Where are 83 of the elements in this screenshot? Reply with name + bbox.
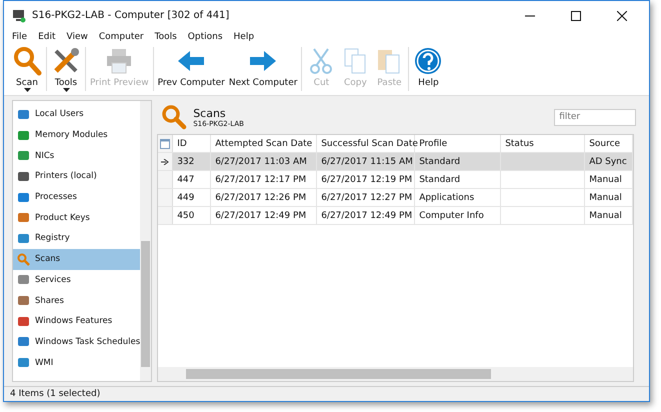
column-header[interactable]: Attempted Scan Date [211,135,318,152]
table-cell: 447 [177,174,194,184]
category-icon [17,149,30,162]
table-cell: 450 [177,210,194,220]
menu-item[interactable]: File [12,32,28,42]
table-cell: 6/27/2017 12:27 PM [321,192,412,202]
table-cell: 6/27/2017 11:15 AM [321,156,413,166]
table-cell: Manual [589,210,622,220]
table-cell: Applications [419,192,474,202]
table-cell: Standard [419,156,460,166]
scrollbar[interactable] [158,367,634,381]
sidebar-item[interactable]: Processes [13,186,140,208]
sidebar-item[interactable]: WMI [13,352,140,373]
arrow-icon [161,158,170,164]
category-icon [17,232,30,245]
search-icon [12,46,42,76]
category-icon [17,170,30,183]
category-icon [17,314,30,328]
column-chooser-icon[interactable] [160,138,170,148]
table-row[interactable]: 450 6/27/2017 12:49 PM 6/27/2017 12:49 PM Computer Info Manual [158,207,634,225]
sidebar-item[interactable]: Product Keys [13,207,140,228]
sidebar-item[interactable]: Registry [13,228,140,249]
filter-field[interactable]: filter [554,108,636,126]
table-cell: 332 [177,156,194,166]
category-icon [17,273,30,286]
caret-icon [24,88,30,92]
sidebar-item[interactable]: Local Users [13,104,140,125]
table-cell: Standard [419,174,460,184]
search-icon [161,104,188,130]
sidebar-item[interactable]: NICs [13,145,140,166]
sidebar-item[interactable]: Windows Features [13,310,140,332]
maximize-icon[interactable] [571,10,581,20]
table-row[interactable]: 449 6/27/2017 12:26 PM 6/27/2017 12:27 PM Applications Manual [158,189,634,207]
table-cell: 6/27/2017 11:03 AM [215,156,307,166]
category-icon [17,108,30,121]
column-header[interactable]: ID [173,135,212,152]
column-header[interactable]: Status [501,135,586,152]
monitor-icon [12,8,26,22]
sidebar-item[interactable]: Memory Modules [13,124,140,146]
menu-item[interactable]: Help [234,32,254,42]
search-icon [17,252,30,266]
table-cell: Computer Info [419,210,484,220]
help-icon [413,46,444,76]
sidebar-item[interactable]: Services [13,270,140,290]
toolbar-button[interactable]: Tools [49,43,83,95]
table-cell: Manual [589,174,622,184]
table-cell: Manual [589,192,622,202]
sidebar-item[interactable]: Windows Task Schedules [13,332,140,352]
column-header[interactable]: Source [585,135,634,152]
table-cell: 6/27/2017 12:26 PM [215,192,306,202]
scrollbar[interactable] [140,101,152,381]
toolbar-button[interactable]: Prev Computer [156,43,227,95]
menu-item[interactable]: Options [188,32,223,42]
panel-title: Scans [193,106,227,120]
table-cell: 6/27/2017 12:49 PM [321,210,412,220]
category-icon [17,335,30,348]
category-icon [17,356,30,370]
category-icon [17,128,30,142]
sidebar-item[interactable]: Printers (local) [13,166,140,187]
table-row[interactable]: 332 6/27/2017 11:03 AM 6/27/2017 11:15 AM Standard AD Sync [158,153,634,171]
table-cell: 449 [177,192,194,202]
toolbar-button[interactable]: Scan [10,43,44,95]
menu-item[interactable]: View [66,32,88,42]
menu-item[interactable]: Computer [98,32,144,42]
toolbar-button[interactable]: Help [411,43,446,95]
sidebar-item[interactable]: Scans [13,248,140,270]
table-cell: AD Sync [589,156,627,166]
menu-item[interactable]: Edit [38,32,56,42]
column-header[interactable]: Successful Scan Date [317,135,416,152]
menu-item[interactable]: Tools [154,32,177,42]
window-title: S16-PKG2-LAB - Computer [302 of 441] [32,10,230,21]
table-row[interactable]: 447 6/27/2017 12:17 PM 6/27/2017 12:19 PM Standard Manual [158,171,634,189]
caret-icon [62,88,70,92]
category-icon [17,294,30,308]
toolbar-button[interactable]: Next Computer [226,43,300,95]
table-cell: 6/27/2017 12:49 PM [215,210,306,220]
status-text: 4 Items (1 selected) [10,389,100,399]
sidebar-item[interactable]: Shares [13,290,140,311]
category-icon [17,211,30,224]
close-icon[interactable] [617,10,627,20]
table-cell: 6/27/2017 12:19 PM [321,174,412,184]
table-cell: 6/27/2017 12:17 PM [215,174,306,184]
category-icon [17,190,30,204]
